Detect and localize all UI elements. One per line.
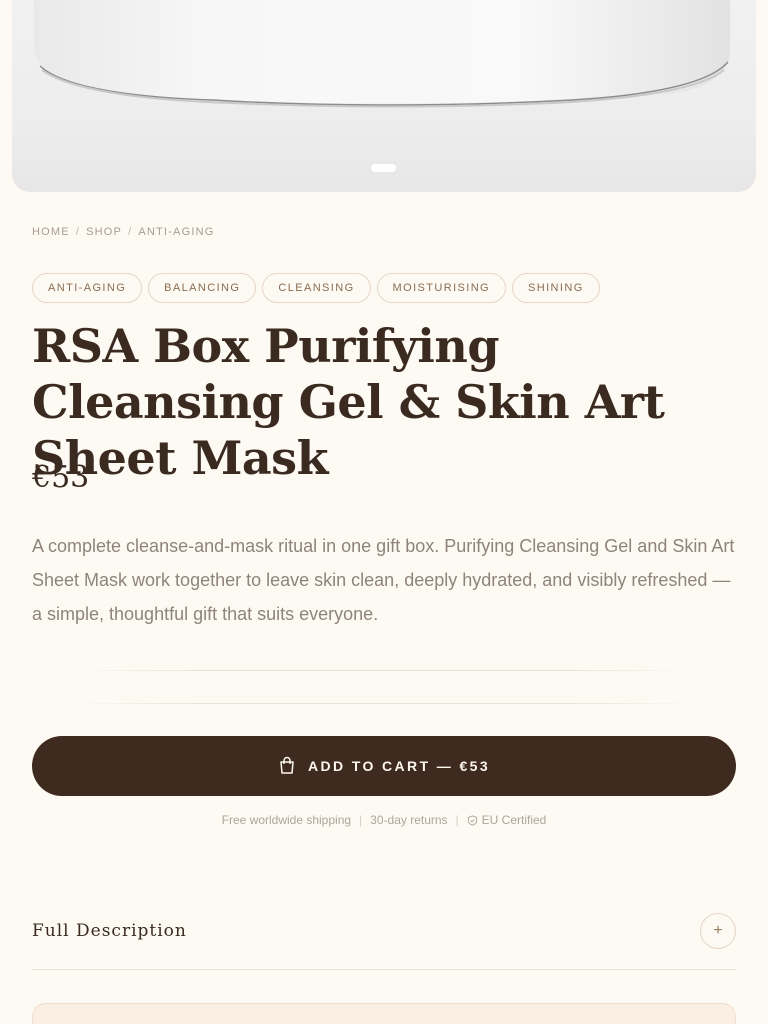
breadcrumb-separator: / xyxy=(128,226,133,238)
breadcrumb-category[interactable]: ANTI-AGING xyxy=(138,226,214,238)
full-description-accordion[interactable]: Full Description + xyxy=(32,892,736,970)
breadcrumb-shop[interactable]: SHOP xyxy=(86,226,122,238)
product-price: €53 xyxy=(32,460,90,495)
perk-shipping: Free worldwide shipping xyxy=(221,813,352,827)
add-to-cart-button[interactable]: ADD TO CART — €53 xyxy=(32,736,736,796)
shopping-bag-icon xyxy=(278,756,296,777)
add-to-cart-label: ADD TO CART — €53 xyxy=(307,758,491,774)
breadcrumb-separator: / xyxy=(75,226,81,238)
divider xyxy=(72,670,696,671)
perk-returns: 30-day returns xyxy=(370,813,448,827)
product-tags: ANTI-AGING BALANCING CLEANSING MOISTURIS… xyxy=(32,273,600,303)
shield-check-icon xyxy=(467,814,477,826)
perk-certified-label: EU Certified xyxy=(481,813,547,827)
tag-balancing[interactable]: BALANCING xyxy=(148,273,257,303)
breadcrumb: HOME / SHOP / ANTI-AGING xyxy=(32,226,215,238)
perk-separator: | xyxy=(359,813,363,827)
breadcrumb-home[interactable]: HOME xyxy=(32,226,70,238)
product-image-carousel[interactable] xyxy=(12,0,756,192)
divider xyxy=(72,703,696,704)
accordion-title: Full Description xyxy=(32,920,187,941)
tag-moisturising[interactable]: MOISTURISING xyxy=(376,273,507,303)
perks-bar: Free worldwide shipping | 30-day returns… xyxy=(0,813,768,827)
plus-icon[interactable]: + xyxy=(700,912,736,949)
product-description: A complete cleanse-and-mask ritual in on… xyxy=(32,536,735,624)
tag-cleansing[interactable]: CLEANSING xyxy=(262,273,371,303)
perk-separator: | xyxy=(455,813,459,827)
carousel-indicator[interactable] xyxy=(371,164,396,172)
product-title: RSA Box Purifying Cleansing Gel & Skin A… xyxy=(32,319,665,485)
tag-anti-aging[interactable]: ANTI-AGING xyxy=(32,273,143,303)
perk-certified: EU Certified xyxy=(467,813,547,827)
tag-shining[interactable]: SHINING xyxy=(512,273,600,303)
info-card xyxy=(32,1003,736,1024)
